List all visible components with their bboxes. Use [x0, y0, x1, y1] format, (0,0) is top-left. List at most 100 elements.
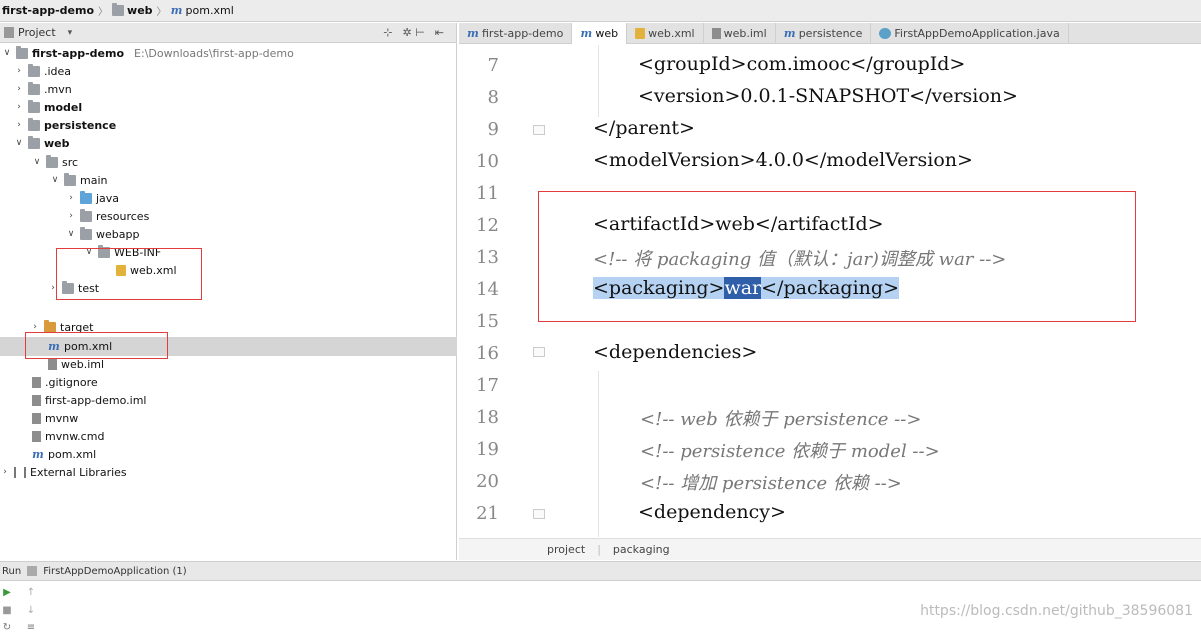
run-config-tab[interactable]: FirstAppDemoApplication (1) — [43, 566, 187, 577]
line-number: 8 — [487, 87, 499, 108]
tab-web-xml[interactable]: web.xml — [627, 23, 704, 44]
breadcrumb-pom[interactable]: m pom.xml — [171, 4, 234, 17]
line-number: 17 — [476, 375, 499, 396]
line-gutter: 7 8 9 10 11 12 13 14 15 16 17 18 19 20 2… — [459, 45, 535, 537]
folder-icon — [112, 3, 125, 16]
chevron-right-icon[interactable]: › — [14, 102, 24, 112]
fold-marker-icon[interactable] — [533, 347, 545, 357]
fold-marker-icon[interactable] — [533, 509, 545, 519]
project-icon — [4, 27, 14, 38]
hide-icon[interactable]: ⇤ — [435, 26, 444, 39]
tab-web-iml[interactable]: web.iml — [704, 23, 776, 44]
folder-icon — [64, 172, 76, 186]
module-icon — [28, 117, 40, 131]
indent-guide — [598, 371, 599, 537]
excluded-folder-icon — [44, 319, 56, 333]
arrow-down-icon[interactable]: ↓ — [24, 603, 38, 617]
code-line-9: </parent> — [593, 117, 695, 139]
code-line-20: <!-- 增加 persistence 依赖 --> — [640, 473, 902, 494]
project-panel-title[interactable]: Project — [18, 26, 56, 39]
editor-breadcrumb: project | packaging — [459, 538, 1201, 560]
breadcrumb-item-project[interactable]: project — [547, 543, 585, 556]
tree-item-root-pom[interactable]: m pom.xml — [32, 445, 96, 463]
line-number: 11 — [476, 183, 499, 204]
tree-item-mvnw-cmd[interactable]: mvnw.cmd — [32, 427, 104, 445]
gear-icon[interactable]: ✲ ⊢ — [402, 26, 424, 39]
file-icon — [32, 376, 41, 388]
line-number: 7 — [487, 55, 499, 76]
maven-file-icon: m — [170, 4, 183, 17]
line-number: 15 — [476, 311, 499, 332]
tree-item-webapp[interactable]: ∨ webapp — [66, 225, 139, 243]
tree-item-model[interactable]: › model — [14, 98, 82, 116]
line-number: 10 — [476, 151, 499, 172]
line-number: 13 — [476, 247, 499, 268]
sync-icon[interactable]: ⊹ — [383, 26, 392, 39]
tree-item-first-app-demo[interactable]: ∨ first-app-demo E:\Downloads\first-app-de… — [2, 44, 294, 62]
chevron-down-icon[interactable]: ∨ — [32, 157, 42, 167]
arrow-up-icon[interactable]: ↑ — [24, 585, 38, 599]
editor-tabs: m first-app-demo m web web.xml web.iml m pe… — [459, 23, 1201, 44]
chevron-right-icon[interactable]: › — [30, 322, 40, 332]
chevron-down-icon[interactable]: ∨ — [14, 138, 24, 148]
project-panel-header: Project ▾ ⊹ ✲ ⊢ ⇤ — [0, 23, 456, 43]
tree-item-src[interactable]: ∨ src — [32, 153, 78, 171]
file-icon — [32, 412, 41, 424]
annotation-box-webapp — [56, 248, 202, 300]
tree-item-mvnw[interactable]: mvnw — [32, 409, 78, 427]
breadcrumb-project[interactable]: first-app-demo — [2, 4, 94, 17]
annotation-box-packaging — [538, 191, 1136, 322]
rerun-icon[interactable]: ↻ — [0, 620, 14, 634]
tree-item-root-iml[interactable]: first-app-demo.iml — [32, 391, 146, 409]
tab-first-app-demo-application[interactable]: FirstAppDemoApplication.java — [871, 23, 1069, 44]
chevron-right-icon: 〉 — [156, 7, 167, 18]
folder-icon — [28, 81, 40, 95]
run-label[interactable]: Run — [2, 566, 21, 577]
chevron-right-icon[interactable]: › — [14, 66, 24, 76]
separator: | — [597, 543, 601, 556]
breadcrumb-item-packaging[interactable]: packaging — [613, 543, 670, 556]
chevron-right-icon[interactable]: › — [14, 84, 24, 94]
chevron-right-icon[interactable]: › — [0, 467, 10, 477]
chevron-down-icon[interactable]: ∨ — [66, 229, 76, 239]
code-line-10: <modelVersion>4.0.0</modelVersion> — [593, 149, 973, 171]
chevron-right-icon[interactable]: › — [66, 211, 76, 221]
annotation-box-pom — [25, 332, 168, 359]
tab-first-app-demo[interactable]: m first-app-demo — [459, 23, 573, 44]
dropdown-icon[interactable]: ▾ — [68, 28, 73, 38]
tree-item-idea[interactable]: › .idea — [14, 62, 71, 80]
chevron-right-icon: 〉 — [98, 7, 109, 18]
fold-marker-icon[interactable] — [533, 125, 545, 135]
line-number: 21 — [476, 503, 499, 524]
chevron-down-icon[interactable]: ∨ — [2, 48, 12, 58]
tree-item-persistence[interactable]: › persistence — [14, 116, 116, 134]
run-icon[interactable]: ▶ — [0, 585, 14, 599]
code-line-19: <!-- persistence 依赖于 model --> — [640, 441, 940, 462]
code-line-7: <groupId>com.imooc</groupId> — [638, 53, 966, 75]
tree-item-gitignore[interactable]: .gitignore — [32, 373, 98, 391]
chevron-right-icon[interactable]: › — [66, 193, 76, 203]
tab-web[interactable]: m web — [572, 23, 628, 44]
tree-item-web[interactable]: ∨ web — [14, 134, 70, 152]
code-editor[interactable]: 7 8 9 10 11 12 13 14 15 16 17 18 19 20 2… — [459, 45, 1201, 537]
wrap-icon[interactable]: ≡ — [24, 620, 38, 634]
file-icon — [32, 430, 41, 442]
module-icon — [28, 99, 40, 113]
tree-item-java[interactable]: › java — [66, 189, 119, 207]
tree-item-resources[interactable]: › resources — [66, 207, 149, 225]
breadcrumb-web[interactable]: web — [112, 3, 153, 17]
library-icon — [14, 466, 26, 478]
tree-item-main[interactable]: ∨ main — [50, 171, 107, 189]
watermark: https://blog.csdn.net/github_38596081 — [920, 603, 1193, 619]
maven-file-icon: m — [783, 27, 796, 40]
tree-item-external-libraries[interactable]: › External Libraries — [0, 463, 126, 481]
folder-icon — [46, 154, 58, 168]
stop-icon[interactable]: ■ — [0, 603, 14, 617]
tab-persistence[interactable]: m persistence — [776, 23, 872, 44]
line-number: 20 — [476, 471, 499, 492]
project-panel: Project ▾ ⊹ ✲ ⊢ ⇤ ∨ first-app-demo E:\Down… — [0, 23, 457, 560]
code-line-8: <version>0.0.1-SNAPSHOT</version> — [638, 85, 1018, 107]
chevron-down-icon[interactable]: ∨ — [50, 175, 60, 185]
tree-item-mvn[interactable]: › .mvn — [14, 80, 72, 98]
chevron-right-icon[interactable]: › — [14, 120, 24, 130]
